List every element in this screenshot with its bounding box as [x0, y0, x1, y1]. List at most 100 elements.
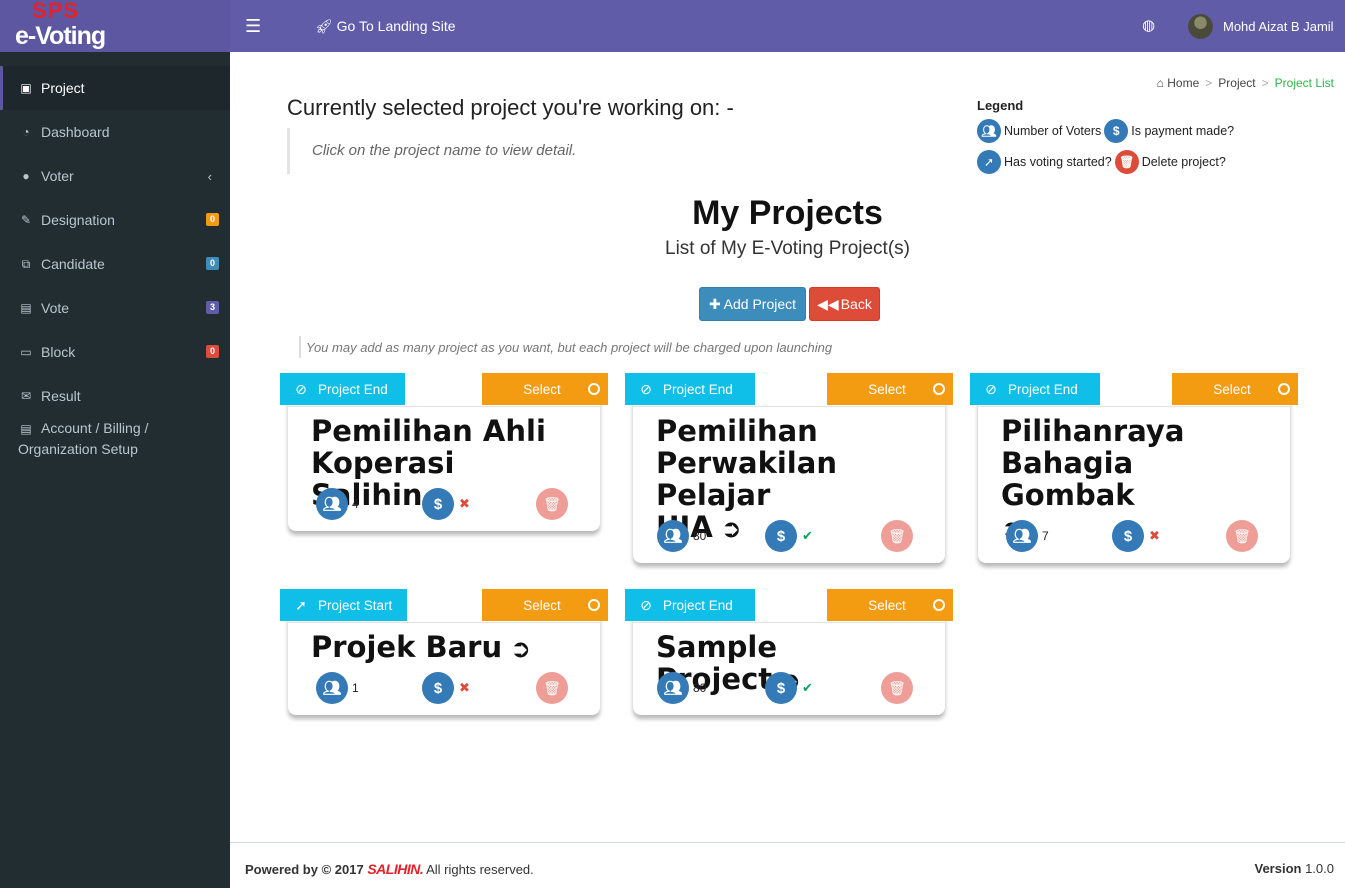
rocket-slash-icon: ⊘ — [295, 380, 307, 397]
select-button[interactable]: Select — [482, 373, 608, 405]
project-name-link[interactable]: Projek Baru ➲ — [311, 631, 586, 665]
sidebar: SPS e-Voting ▣ Project ◔ Dashboard ● Voter ‹… — [0, 0, 230, 888]
version-label: Version — [1254, 861, 1302, 876]
cross-icon: ✖ — [459, 680, 470, 695]
status-label: Project End — [663, 381, 733, 397]
users-icon: 👥︎ — [657, 672, 689, 704]
sidebar-item-vote[interactable]: ▤ Vote 3 — [0, 286, 230, 330]
status-badge: ⊘ Project End — [625, 589, 755, 621]
clone-icon: ⧉ — [21, 256, 31, 271]
rocket-slash-icon: ⊘ — [985, 380, 997, 397]
users-icon: 👥︎ — [1006, 520, 1038, 552]
footer-rights: All rights reserved. — [426, 862, 534, 877]
project-name: Pilihanraya — [1001, 414, 1185, 448]
project-card: ⊘ Project End Select Pilihanraya Bahagia G… — [970, 373, 1298, 563]
charge-note: You may add as many project as you want,… — [299, 336, 832, 358]
sidebar-item-account[interactable]: ▤ Account / Billing / Organization Setup — [0, 418, 230, 470]
count-badge: 0 — [205, 213, 219, 226]
status-badge: ➚ Project Start — [280, 589, 407, 621]
backward-icon: ◀◀ — [817, 295, 839, 312]
trash-icon: 🗑︎ — [1233, 527, 1251, 544]
rocket-icon: ➚ — [295, 596, 307, 613]
avatar[interactable] — [1188, 14, 1213, 39]
trash-icon: 🗑︎ — [543, 679, 561, 696]
landing-site-label: Go To Landing Site — [336, 18, 456, 34]
user-name[interactable]: Mohd Aizat B Jamil — [1223, 19, 1334, 34]
cross-icon: ✖ — [459, 496, 470, 511]
payment-status: $ ✔ — [765, 672, 813, 704]
hint-text: Click on the project name to view detail… — [312, 142, 577, 159]
cross-icon: ✖ — [1149, 528, 1160, 543]
hamburger-icon[interactable]: ☰ — [245, 16, 261, 37]
sidebar-item-label: Designation — [41, 212, 115, 228]
project-card: ⊘ Project End Select Pemilihan Ahli Kopera… — [280, 373, 608, 531]
app-logo[interactable]: SPS e-Voting — [0, 0, 230, 52]
sidebar-item-candidate[interactable]: ⧉ Candidate 0 — [0, 242, 230, 286]
sidebar-item-project[interactable]: ▣ Project — [0, 66, 230, 110]
top-navbar: ☰ 🚀︎ Go To Landing Site ◍ Mohd Aizat B J… — [230, 0, 1345, 52]
sidebar-item-dashboard[interactable]: ◔ Dashboard — [0, 110, 230, 154]
project-card: ➚ Project Start Select Projek Baru ➲ 👥︎ 1 $… — [280, 589, 608, 715]
voter-count-value: 80 — [693, 681, 707, 695]
sign-in-icon: ➲ — [510, 634, 532, 663]
sidebar-item-label: Vote — [41, 300, 70, 316]
project-name: Bahagia Gombak — [1001, 446, 1135, 512]
add-project-label: Add Project — [723, 296, 797, 312]
plus-icon: ✚ — [708, 295, 721, 312]
delete-button[interactable]: 🗑︎ — [881, 672, 913, 704]
legend-payment: Is payment made? — [1131, 124, 1235, 138]
footer: Powered by © 2017 SALIHIN. All rights re… — [230, 842, 1345, 888]
sidebar-menu: ▣ Project ◔ Dashboard ● Voter ‹ ✎ Designation… — [0, 66, 230, 470]
voter-count: 👥︎ 4 — [316, 488, 359, 520]
select-button[interactable]: Select — [1172, 373, 1298, 405]
voter-count: 👥︎ 80 — [657, 520, 706, 552]
users-icon: 👥︎ — [657, 520, 689, 552]
trash-icon: 🗑︎ — [1114, 150, 1139, 174]
voter-count: 👥︎ 1 — [316, 672, 359, 704]
dollar-icon: $ — [422, 488, 454, 520]
legend-started: Has voting started? — [1004, 155, 1112, 169]
chevron-left-icon: ‹ — [207, 168, 212, 184]
select-button[interactable]: Select — [482, 589, 608, 621]
sidebar-item-label: Project — [41, 80, 85, 96]
breadcrumb-current: Project List — [1274, 76, 1334, 90]
delete-button[interactable]: 🗑︎ — [536, 488, 568, 520]
voter-count-value: 1 — [352, 681, 359, 695]
payment-status: $ ✖ — [422, 488, 470, 520]
breadcrumb-home[interactable]: Home — [1167, 76, 1199, 90]
count-badge: 3 — [205, 301, 219, 314]
select-button[interactable]: Select — [827, 589, 953, 621]
count-badge: 0 — [205, 345, 219, 358]
sidebar-item-voter[interactable]: ● Voter ‹ — [0, 154, 230, 198]
back-button[interactable]: ◀◀ Back — [809, 287, 880, 321]
footer-brand-link[interactable]: SALIHIN. — [367, 861, 423, 877]
project-card: ⊘Project End Select Sample Project➲ 👥︎80… — [625, 589, 953, 715]
delete-button[interactable]: 🗑︎ — [536, 672, 568, 704]
sidebar-item-label-2: Organization Setup — [18, 441, 138, 457]
select-button[interactable]: Select — [827, 373, 953, 405]
sidebar-item-block[interactable]: ▭ Block 0 — [0, 330, 230, 374]
users-icon: 👥︎ — [977, 119, 1001, 143]
sidebar-item-label: Result — [41, 388, 81, 404]
book-icon: ▤ — [20, 301, 32, 315]
hint-callout: Click on the project name to view detail… — [287, 128, 576, 174]
home-icon: ⌂ — [1156, 76, 1164, 90]
dollar-icon: $ — [422, 672, 454, 704]
add-project-button[interactable]: ✚ Add Project — [699, 287, 806, 321]
current-project-heading: Currently selected project you're workin… — [287, 95, 734, 120]
logo-product: e-Voting — [15, 22, 106, 50]
legend-delete: Delete project? — [1141, 155, 1226, 169]
briefcase-icon: ▣ — [20, 81, 32, 95]
select-label: Select — [523, 381, 561, 397]
dollar-icon: $ — [1104, 119, 1129, 143]
breadcrumb-project[interactable]: Project — [1218, 76, 1255, 90]
landing-site-link[interactable]: 🚀︎ Go To Landing Site — [315, 18, 456, 35]
sidebar-item-designation[interactable]: ✎ Designation 0 — [0, 198, 230, 242]
globe-icon[interactable]: ◍ — [1142, 16, 1155, 34]
delete-button[interactable]: 🗑︎ — [1226, 520, 1258, 552]
status-badge: ⊘ Project End — [625, 373, 755, 405]
sidebar-item-result[interactable]: ✉ Result — [0, 374, 230, 418]
legend-voters: Number of Voters — [1004, 124, 1102, 138]
sidebar-item-label: Dashboard — [41, 124, 110, 140]
delete-button[interactable]: 🗑︎ — [881, 520, 913, 552]
